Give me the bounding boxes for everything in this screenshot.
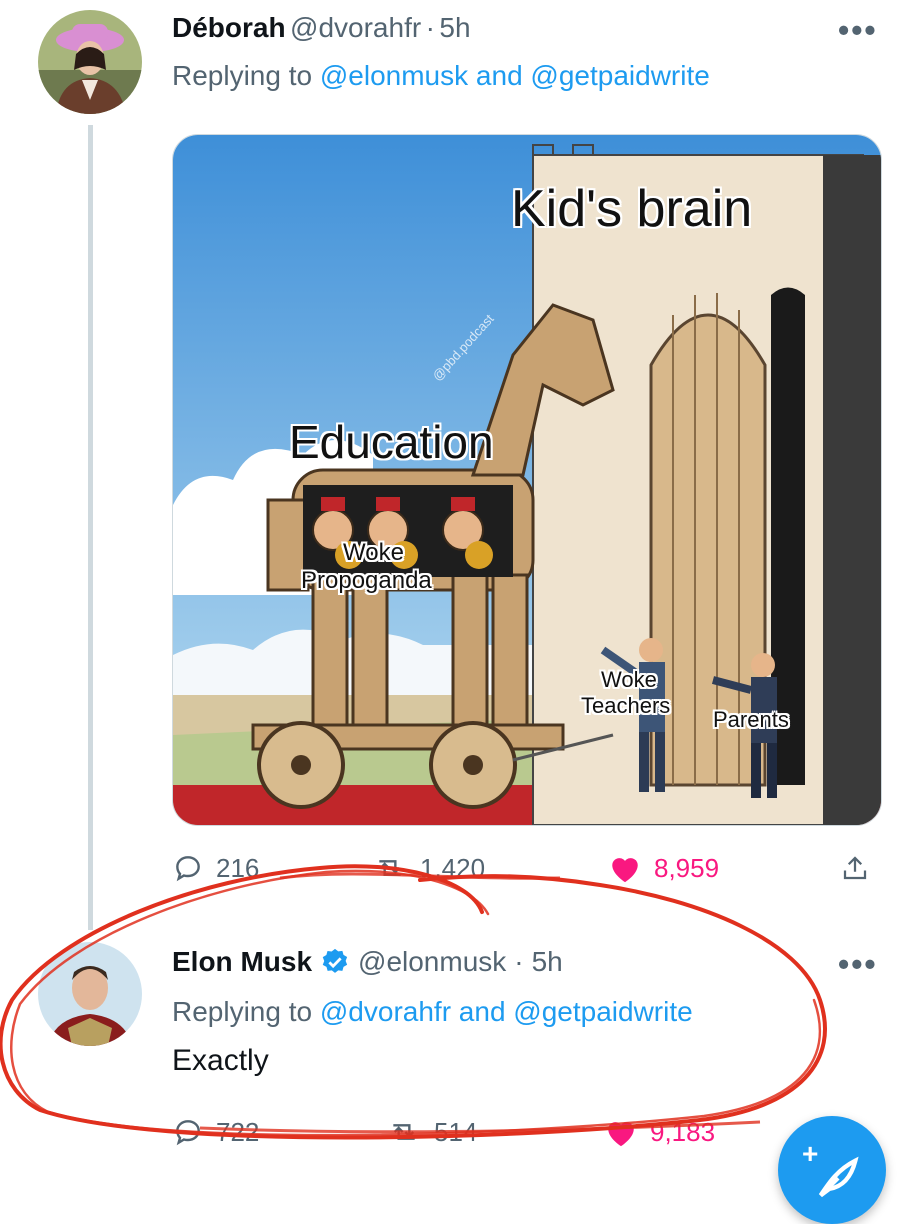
thread-connector-line (88, 125, 93, 930)
like-button[interactable]: 9,183 (604, 1116, 715, 1148)
compose-tweet-button[interactable]: + (778, 1116, 886, 1224)
replying-to-label: Replying to (172, 996, 313, 1027)
reply-button[interactable]: 216 (172, 852, 259, 884)
user-handle[interactable]: @elonmusk (358, 946, 506, 978)
mention-link[interactable]: @getpaidwrite (513, 996, 692, 1027)
retweet-count: 1,420 (420, 852, 486, 883)
user-handle[interactable]: @dvorahfr (290, 12, 421, 43)
separator-dot: · (425, 12, 435, 43)
share-icon (843, 856, 867, 880)
feather-icon (818, 1156, 859, 1198)
meme-label-parents: Parents (713, 707, 789, 732)
mention-conjunction: and (458, 996, 506, 1027)
meme-label-woke-teachers-1: Woke (601, 667, 657, 692)
meme-label-propoganda: Propoganda (301, 567, 432, 594)
reply-count: 722 (216, 1116, 260, 1147)
heart-icon (612, 858, 638, 883)
mention-conjunction: and (475, 60, 523, 91)
more-options-icon[interactable]: ••• (838, 946, 878, 983)
display-name[interactable]: Elon Musk (172, 946, 312, 978)
mention-link[interactable]: @getpaidwrite (530, 60, 709, 91)
separator-dot: · (514, 946, 524, 977)
mention-link[interactable]: @elonmusk (320, 60, 468, 91)
more-options-icon[interactable]: ••• (838, 12, 878, 49)
meme-label-woke: Woke (343, 539, 404, 566)
reply-count: 216 (216, 852, 260, 883)
timestamp[interactable]: 5h (439, 12, 470, 43)
retweet-icon (393, 1124, 415, 1140)
retweet-icon (379, 860, 401, 876)
retweet-button[interactable]: 514 (386, 1116, 477, 1148)
share-button[interactable] (840, 852, 870, 884)
like-count: 9,183 (650, 1116, 716, 1147)
like-count: 8,959 (654, 852, 720, 883)
display-name[interactable]: Déborah (172, 12, 286, 43)
reply-icon (176, 856, 200, 882)
retweet-button[interactable]: 1,420 (372, 852, 485, 884)
meme-label-education: Education (289, 416, 494, 468)
tweet-text: Exactly (172, 1044, 269, 1077)
meme-label-woke-teachers-2: Teachers (581, 693, 671, 718)
heart-icon (608, 1122, 634, 1147)
reply-icon (176, 1120, 200, 1146)
tweet-media-image[interactable]: Kid's brain Education Woke Propoganda Wo… (172, 134, 882, 826)
avatar[interactable] (38, 942, 142, 1046)
verified-badge-icon (322, 948, 348, 973)
like-button[interactable]: 8,959 (608, 852, 719, 884)
retweet-count: 514 (434, 1116, 478, 1147)
meme-label-kids-brain: Kid's brain (511, 180, 753, 238)
timestamp[interactable]: 5h (532, 946, 563, 978)
replying-to-label: Replying to (172, 60, 313, 91)
reply-button[interactable]: 722 (172, 1116, 259, 1148)
avatar[interactable] (38, 10, 142, 114)
mention-link[interactable]: @dvorahfr (320, 996, 451, 1027)
